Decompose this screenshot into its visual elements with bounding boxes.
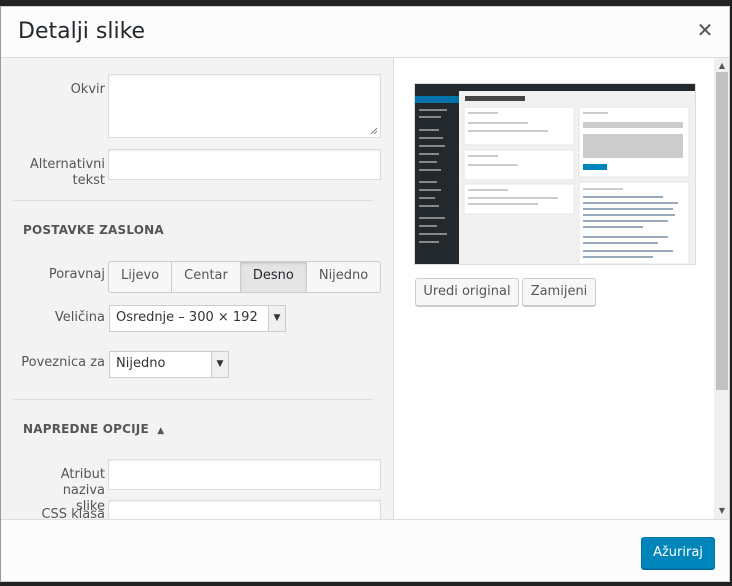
alt-text-label: Alternativni tekst: [15, 157, 105, 189]
link-to-label: Poveznica za: [21, 355, 105, 370]
title-attribute-input[interactable]: [108, 459, 381, 490]
scrollbar[interactable]: ▲ ▼: [714, 58, 729, 519]
replace-button[interactable]: Zamijeni: [522, 278, 596, 306]
dashboard-screenshot-image: [415, 84, 695, 264]
align-none-button[interactable]: Nijedno: [306, 262, 381, 292]
size-select[interactable]: Osrednje – 300 × 192 ▼: [109, 305, 286, 332]
image-details-modal: Detalji slike ✕ Okvir Alternativni tekst…: [0, 6, 730, 582]
chevron-down-icon: ▼: [211, 352, 228, 377]
title-attribute-label-line1: Atribut naziva: [60, 467, 105, 498]
image-thumbnail: [414, 83, 696, 265]
modal-title-bar: Detalji slike ✕: [1, 7, 729, 58]
css-class-label: CSS klasa slike: [41, 507, 105, 519]
link-to-select[interactable]: Nijedno ▼: [109, 351, 229, 378]
align-left-button[interactable]: Lijevo: [109, 262, 173, 292]
align-right-button[interactable]: Desno: [240, 262, 307, 292]
display-settings-heading: POSTAVKE ZASLONA: [23, 223, 164, 237]
caption-textarea[interactable]: [108, 74, 381, 138]
scroll-thumb[interactable]: [716, 72, 728, 390]
alt-text-input[interactable]: [108, 149, 381, 180]
css-class-input[interactable]: [108, 500, 381, 519]
close-icon[interactable]: ✕: [693, 18, 717, 42]
caret-up-icon: ▲: [157, 426, 165, 436]
align-center-button[interactable]: Centar: [172, 262, 241, 292]
link-to-select-value: Nijedno: [116, 356, 166, 371]
resize-handle-icon[interactable]: [370, 127, 378, 135]
modal-title: Detalji slike: [18, 19, 146, 44]
update-button[interactable]: Ažuriraj: [641, 537, 715, 569]
size-select-value: Osrednje – 300 × 192: [116, 310, 258, 325]
modal-footer: Ažuriraj: [1, 519, 729, 581]
advanced-options-heading: NAPREDNE OPCIJE: [23, 422, 149, 436]
caption-label: Okvir: [70, 82, 105, 97]
advanced-options-toggle[interactable]: NAPREDNE OPCIJE ▲: [23, 422, 164, 436]
divider: [13, 200, 373, 201]
scroll-down-icon[interactable]: ▼: [714, 505, 729, 517]
scroll-up-icon[interactable]: ▲: [714, 60, 729, 72]
chevron-down-icon: ▼: [268, 306, 285, 331]
image-preview-panel: Uredi original Zamijeni: [394, 58, 714, 519]
edit-original-button[interactable]: Uredi original: [415, 278, 519, 306]
align-button-group: Lijevo Centar Desno Nijedno: [108, 261, 382, 293]
alt-text-label-line2: tekst: [72, 173, 106, 188]
divider: [13, 399, 373, 400]
settings-panel: Okvir Alternativni tekst POSTAVKE ZASLON…: [1, 58, 394, 519]
alt-text-label-line1: Alternativni: [29, 157, 105, 172]
align-label: Poravnaj: [48, 267, 105, 282]
size-label: Veličina: [54, 310, 105, 325]
